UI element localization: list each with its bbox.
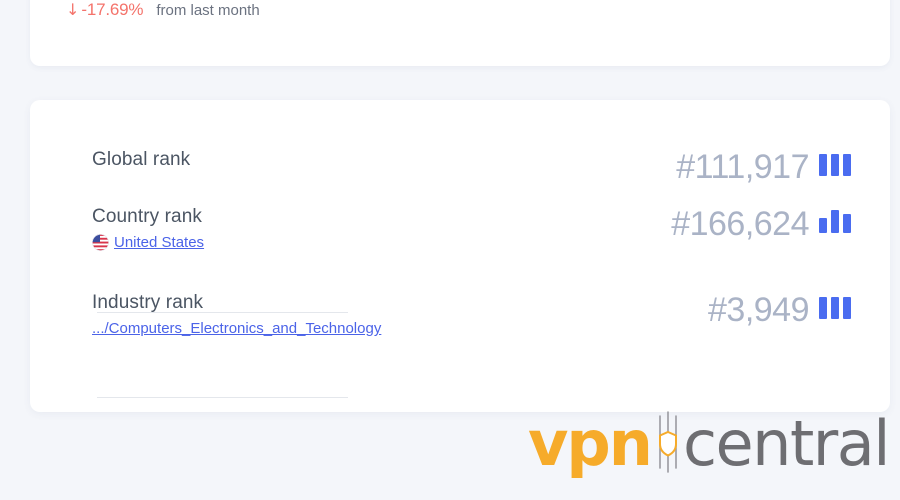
rank-card: Global rank #111,917 Country rank United… [30,100,890,412]
rank-left-industry: Industry rank .../Computers_Electronics_… [92,292,381,337]
rank-row-country: Country rank United States #166,624 [30,185,890,271]
rank-label-global: Global rank [92,149,191,170]
change-value: -17.69% [81,0,144,19]
bar-chart-varied-icon [818,209,852,240]
shield-pillar-icon [651,408,685,480]
change-caption: from last month [156,2,260,19]
rank-list: Global rank #111,917 Country rank United… [30,100,890,357]
country-sub: United States [92,234,204,251]
metric-card-top: ↓ -17.69% from last month [30,0,890,66]
rank-row-industry: Industry rank .../Computers_Electronics_… [30,271,890,357]
rank-value-country: #166,624 [671,205,809,243]
bar-chart-equal-icon [818,295,852,326]
logo-text-central: central [682,407,891,480]
rank-right-country: #166,624 [671,207,852,241]
rank-value-global: #111,917 [676,148,809,186]
industry-link[interactable]: .../Computers_Electronics_and_Technology [92,320,381,337]
change-indicator: ↓ -17.69% from last month [66,0,260,20]
row-divider [97,397,348,398]
rank-left-global: Global rank [92,149,191,171]
rank-right-global: #111,917 [676,150,852,184]
rank-right-industry: #3,949 [708,293,852,327]
arrow-down-icon: ↓ [66,0,80,19]
rank-value-industry: #3,949 [708,291,810,329]
logo-text-vpn: vpn [528,407,653,480]
bar-chart-equal-icon [818,152,852,183]
industry-sub: .../Computers_Electronics_and_Technology [92,320,381,337]
rank-row-global: Global rank #111,917 [30,100,890,185]
united-states-flag-icon [92,233,109,251]
rank-label-country: Country rank [92,206,202,227]
rank-left-country: Country rank United States [92,206,204,251]
vpncentral-logo: vpn central [528,407,891,480]
country-link[interactable]: United States [114,234,204,251]
rank-label-industry: Industry rank [92,292,204,313]
